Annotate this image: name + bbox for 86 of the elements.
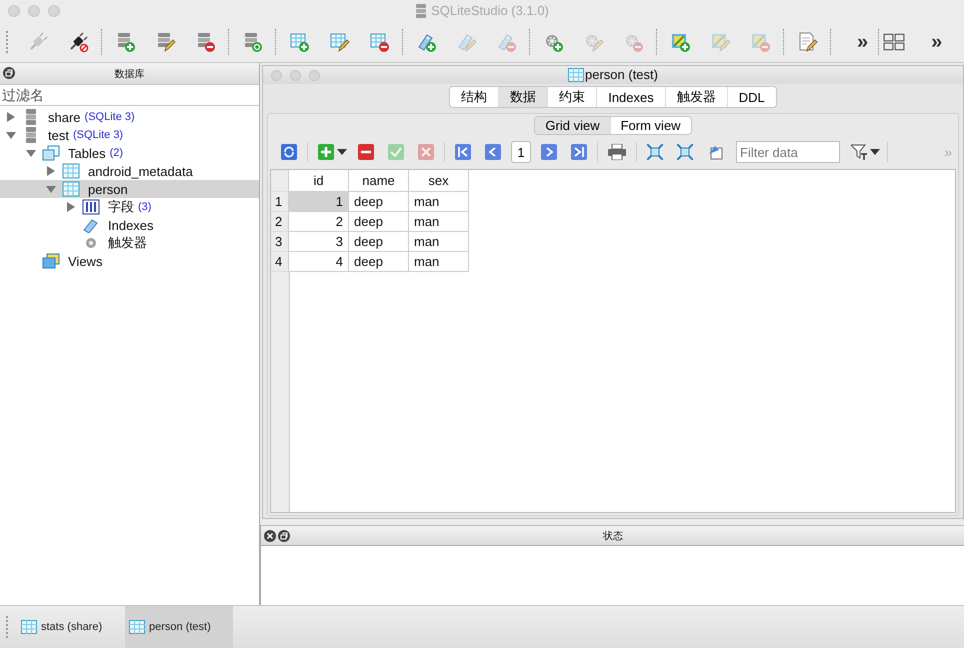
tree-count: (3) <box>138 201 152 213</box>
expand-columns-icon[interactable] <box>647 144 663 160</box>
tree-count: (2) <box>110 147 124 159</box>
columns-icon <box>82 199 100 215</box>
tree-label: android_metadata <box>88 164 193 178</box>
tab[interactable]: 数据 <box>499 87 548 107</box>
tree-item[interactable]: Tables (2) <box>0 144 259 162</box>
collapse-arrow-icon[interactable] <box>46 184 56 194</box>
tree-label: 触发器 <box>108 234 147 252</box>
app-title: SQLiteStudio (3.1.0) <box>431 3 549 18</box>
next-page-icon[interactable] <box>541 144 557 160</box>
table-cell[interactable]: deep <box>349 232 409 252</box>
database-icon <box>415 4 428 18</box>
tree-item[interactable]: 触发器 <box>0 234 259 252</box>
table-cell[interactable]: deep <box>349 192 409 212</box>
tree-item[interactable]: android_metadata <box>0 162 259 180</box>
table-cell[interactable]: 4 <box>289 252 349 272</box>
view-tab[interactable]: Grid view <box>535 117 611 134</box>
float-panel-icon[interactable] <box>3 67 15 79</box>
expand-arrow-icon[interactable] <box>66 202 76 212</box>
tree-label: Indexes <box>108 218 154 232</box>
more-tools-button[interactable]: » <box>849 30 876 54</box>
table-cell[interactable]: deep <box>349 252 409 272</box>
row-number: 1 <box>271 192 289 212</box>
tree-count: (SQLite 3) <box>84 111 135 123</box>
panel-title: 数据库 <box>114 68 144 80</box>
row-number: 4 <box>271 252 289 272</box>
caret-icon[interactable] <box>337 149 347 155</box>
previous-page-icon[interactable] <box>485 144 501 160</box>
filter-icon[interactable] <box>851 144 867 160</box>
tag-icon <box>82 217 100 233</box>
views-icon <box>42 253 60 269</box>
row-number: 2 <box>271 212 289 232</box>
float-panel-icon[interactable] <box>278 530 290 542</box>
tree-item[interactable]: 字段 (3) <box>0 198 259 216</box>
delete-row-icon[interactable] <box>358 144 374 160</box>
window-tab[interactable]: person (test) <box>125 606 233 648</box>
window-title: person (test) <box>585 67 658 82</box>
table-cell[interactable]: man <box>409 252 469 272</box>
close-icon[interactable] <box>264 530 276 542</box>
tree-label: 字段 <box>108 198 134 216</box>
table-cell[interactable]: 1 <box>289 192 349 212</box>
tab[interactable]: 结构 <box>450 87 500 107</box>
table-icon <box>129 620 145 634</box>
table-icon <box>21 620 37 634</box>
table-cell[interactable]: man <box>409 192 469 212</box>
collapse-arrow-icon[interactable] <box>6 130 16 140</box>
tree-item[interactable]: Views <box>0 252 259 270</box>
expand-arrow-icon[interactable] <box>46 166 56 176</box>
more-tools-button[interactable]: » <box>923 30 950 54</box>
tree-label: person <box>88 182 128 196</box>
export-icon[interactable] <box>707 144 723 160</box>
tree-item[interactable]: share (SQLite 3) <box>0 108 259 126</box>
tree-item[interactable]: person <box>0 180 259 198</box>
tree-label: Tables <box>68 146 106 160</box>
table-icon <box>62 181 80 197</box>
last-page-icon[interactable] <box>571 144 587 160</box>
tree-label: Views <box>68 254 102 268</box>
tree-label: share <box>48 110 81 124</box>
tree-item[interactable]: Indexes <box>0 216 259 234</box>
window-tab[interactable]: stats (share) <box>17 606 125 648</box>
row-number: 3 <box>271 232 289 252</box>
print-icon[interactable] <box>608 144 626 160</box>
table-cell[interactable]: deep <box>349 212 409 232</box>
panel-title: 状态 <box>602 530 624 542</box>
table-cell[interactable]: man <box>409 212 469 232</box>
first-page-icon[interactable] <box>455 144 471 160</box>
table-cell[interactable]: 3 <box>289 232 349 252</box>
table-icon <box>568 68 584 82</box>
page-field[interactable]: 1 <box>511 141 531 163</box>
table-icon <box>62 163 80 179</box>
table-cell[interactable]: 2 <box>289 212 349 232</box>
tree-label: test <box>48 128 69 142</box>
table-cell[interactable]: man <box>409 232 469 252</box>
collapse-arrow-icon[interactable] <box>26 148 36 158</box>
column-header[interactable]: id <box>289 170 349 192</box>
tables-icon <box>42 145 60 161</box>
tree-item[interactable]: test (SQLite 3) <box>0 126 259 144</box>
column-header[interactable]: name <box>349 170 409 192</box>
tree-count: (SQLite 3) <box>72 129 124 141</box>
expand-arrow-icon[interactable] <box>6 112 16 122</box>
shrink-columns-icon[interactable] <box>677 144 693 160</box>
refresh-icon[interactable] <box>281 144 297 160</box>
caret-icon[interactable] <box>870 149 880 155</box>
column-header[interactable]: sex <box>409 170 469 192</box>
filter-data-field[interactable]: Filter data <box>736 141 840 163</box>
